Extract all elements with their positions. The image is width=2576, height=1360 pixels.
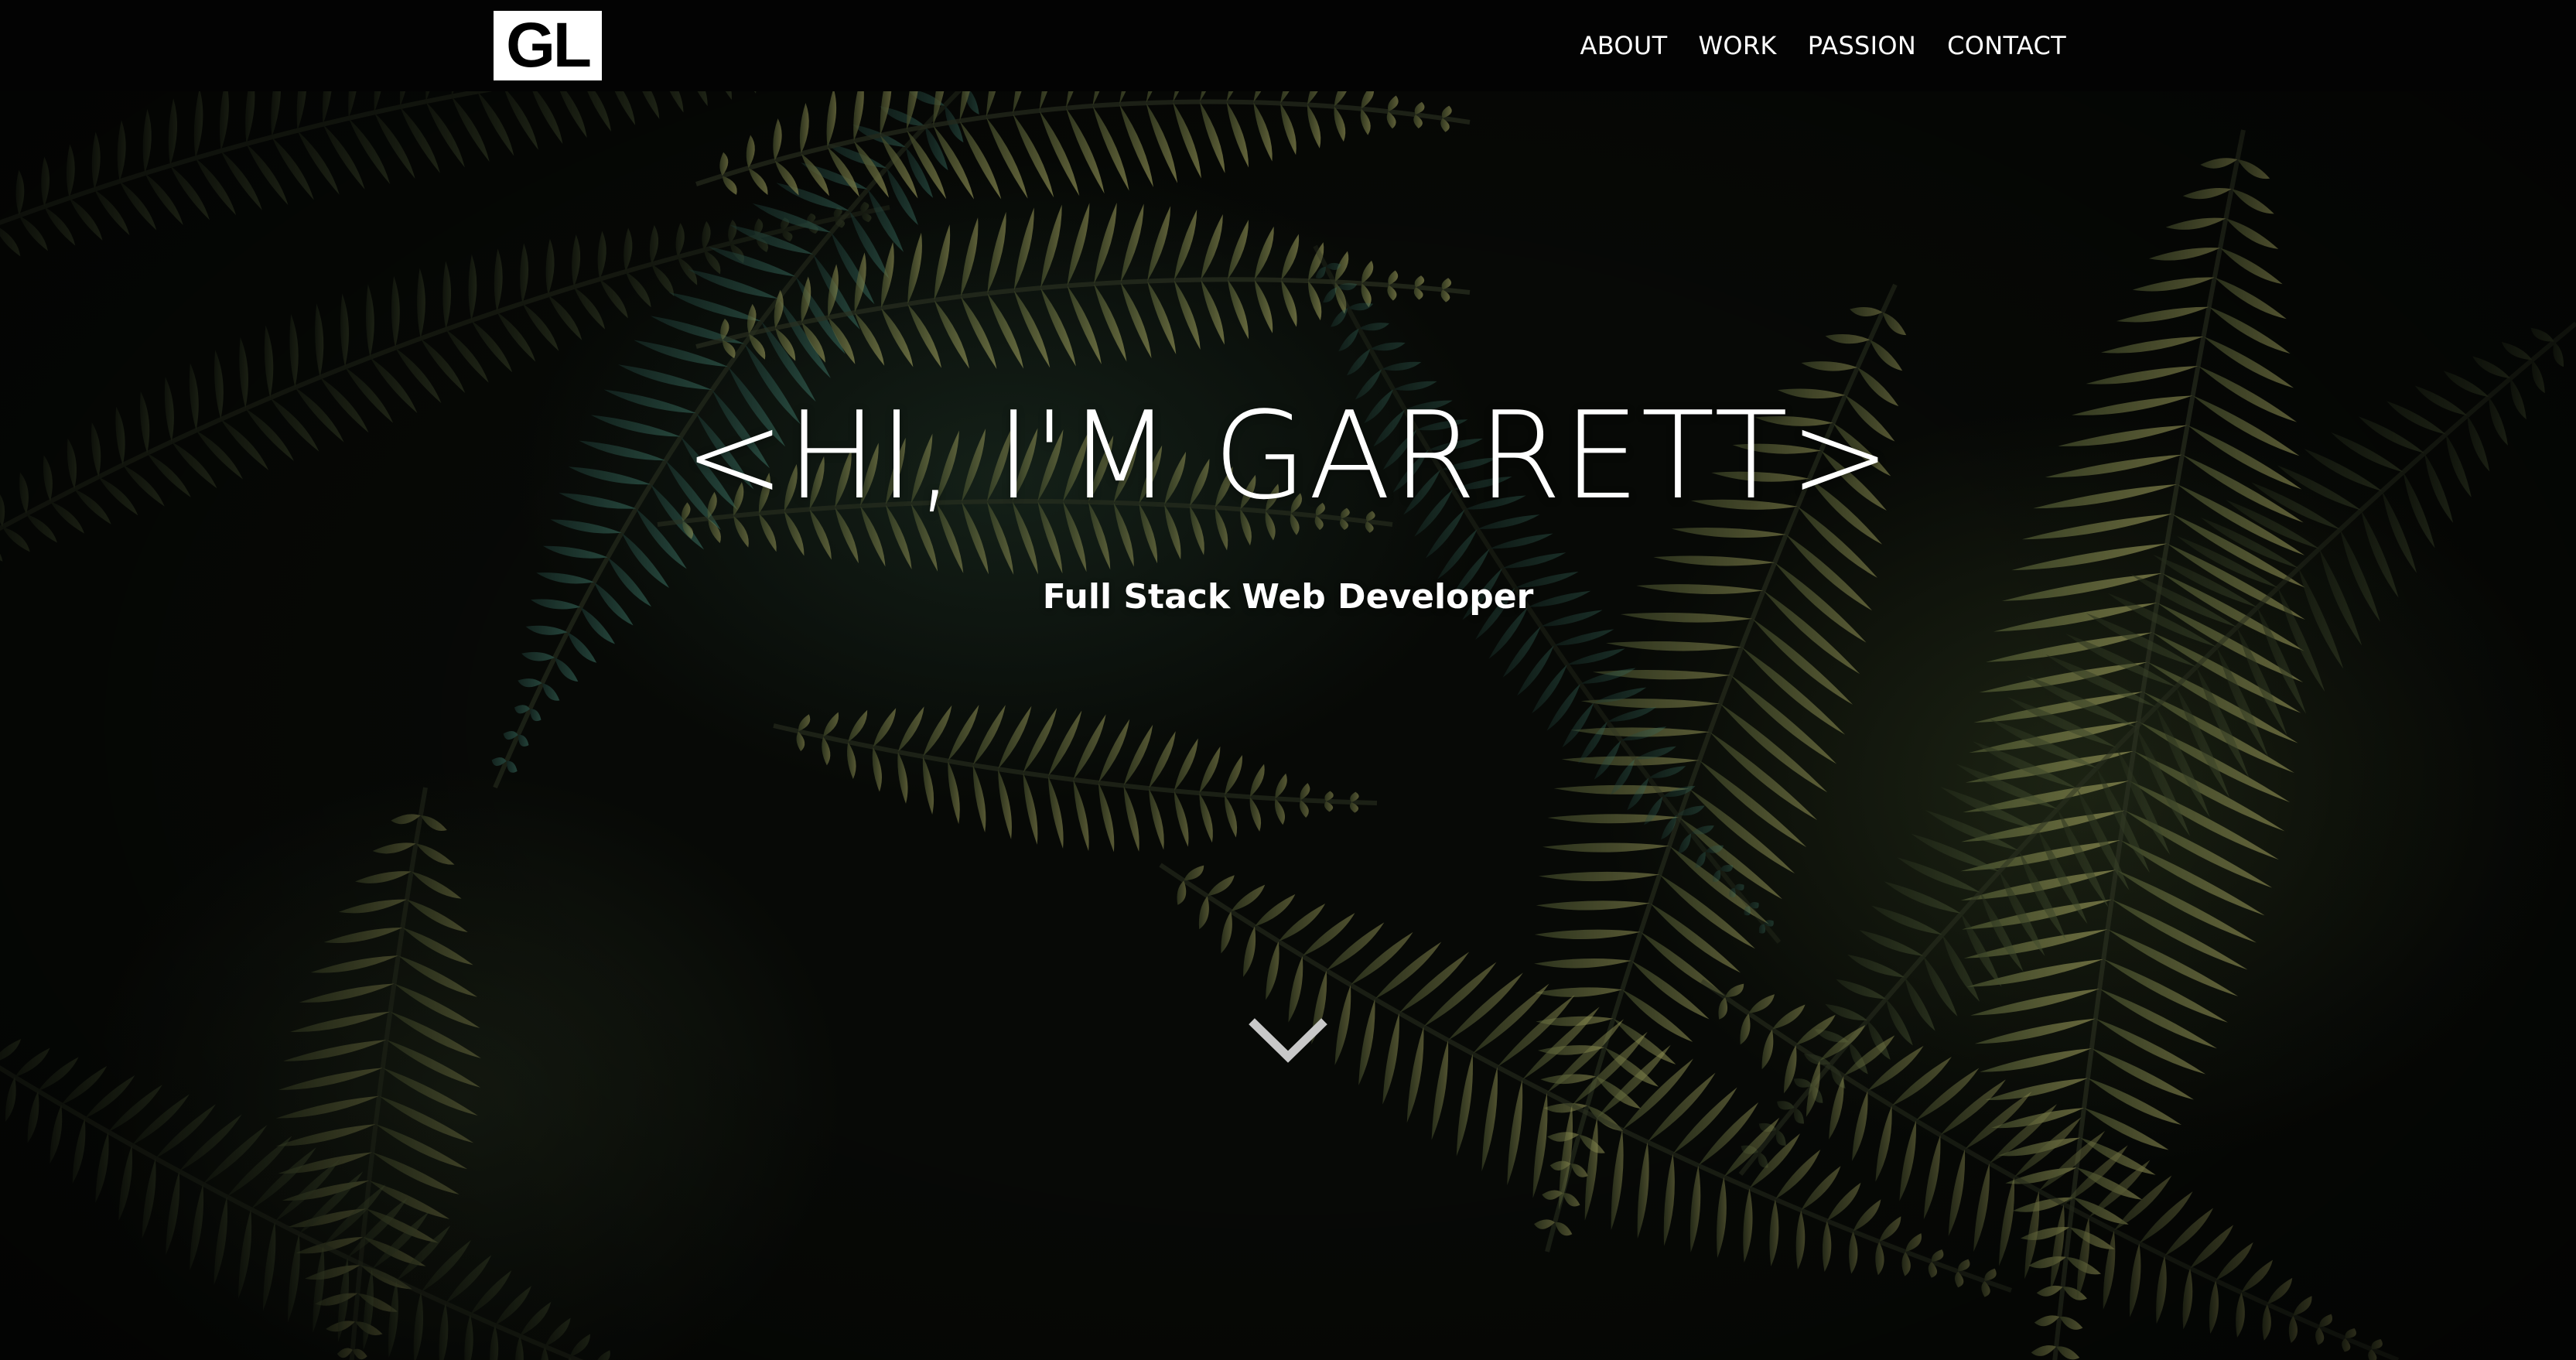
page: GL ABOUT WORK PASSION CONTACT <HI, I'M G… — [0, 0, 2576, 1360]
logo-text: GL — [506, 10, 592, 80]
nav-work[interactable]: WORK — [1698, 28, 1776, 63]
fern-frond — [0, 1039, 610, 1360]
site-header: GL ABOUT WORK PASSION CONTACT — [0, 0, 2576, 91]
nav-contact[interactable]: CONTACT — [1947, 28, 2066, 63]
nav-passion[interactable]: PASSION — [1808, 28, 1916, 63]
chevron-down-icon — [1249, 1018, 1327, 1063]
fern-frond — [773, 705, 1378, 853]
nav-about[interactable]: ABOUT — [1580, 28, 1668, 63]
fern-background-image — [0, 91, 2576, 1360]
scroll-down-button[interactable] — [1245, 1013, 1331, 1068]
hero-subtitle: Full Stack Web Developer — [1042, 577, 1534, 617]
hero-section — [0, 91, 2576, 1360]
logo[interactable]: GL — [494, 11, 602, 80]
fern-frond — [695, 91, 1471, 200]
main-nav: ABOUT WORK PASSION CONTACT — [1580, 28, 2066, 63]
hero-headline: <HI, I'M GARRETT> — [684, 385, 1892, 526]
